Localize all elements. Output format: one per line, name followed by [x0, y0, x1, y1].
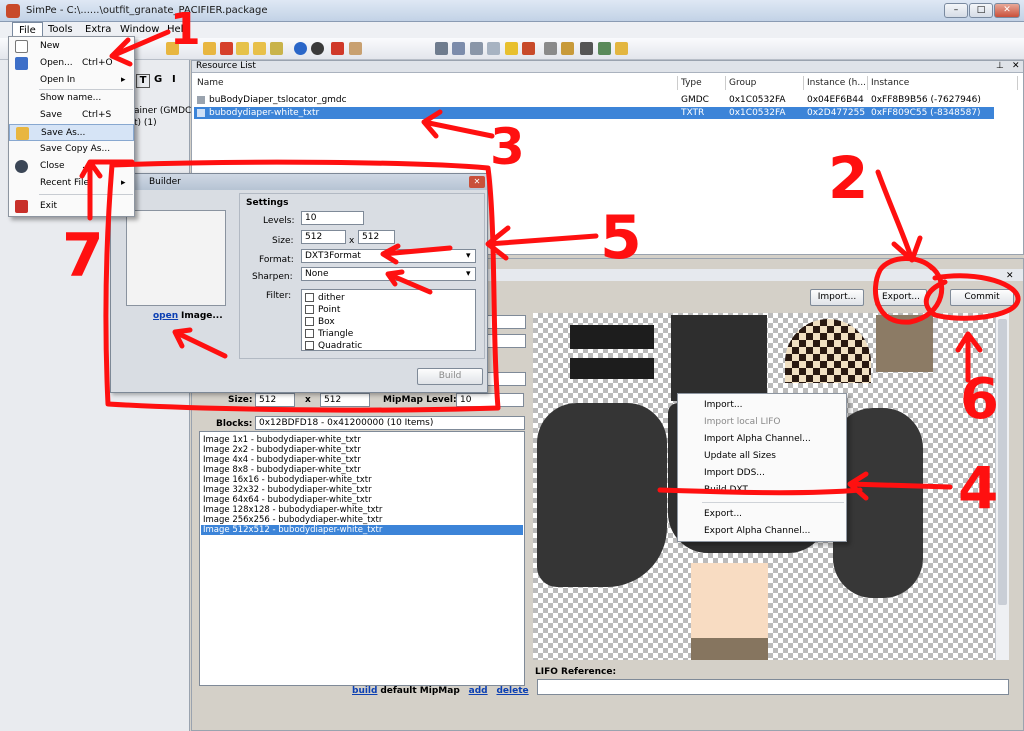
step1-arrow — [109, 29, 171, 67]
step4-arrow — [847, 471, 953, 501]
step4-underline — [657, 487, 863, 496]
step-1-label: 1 — [170, 4, 201, 55]
annotation-overlay: 1 2 3 4 5 6 7 — [62, 4, 1021, 522]
step2-arrow — [875, 169, 923, 263]
step-4-label: 4 — [958, 454, 998, 522]
step3-arrow — [421, 109, 495, 139]
step5-arrow — [485, 225, 599, 261]
step-2-label: 2 — [828, 144, 868, 212]
step-7-label: 7 — [62, 221, 104, 291]
step-3-label: 3 — [490, 118, 525, 176]
step-6-label: 6 — [960, 367, 999, 432]
step5-sharpen-arrow — [385, 269, 433, 295]
step5-open-arrow — [172, 327, 228, 359]
step5-box — [103, 159, 501, 413]
step-5-label: 5 — [600, 203, 642, 273]
step5-format-arrow — [380, 243, 453, 265]
